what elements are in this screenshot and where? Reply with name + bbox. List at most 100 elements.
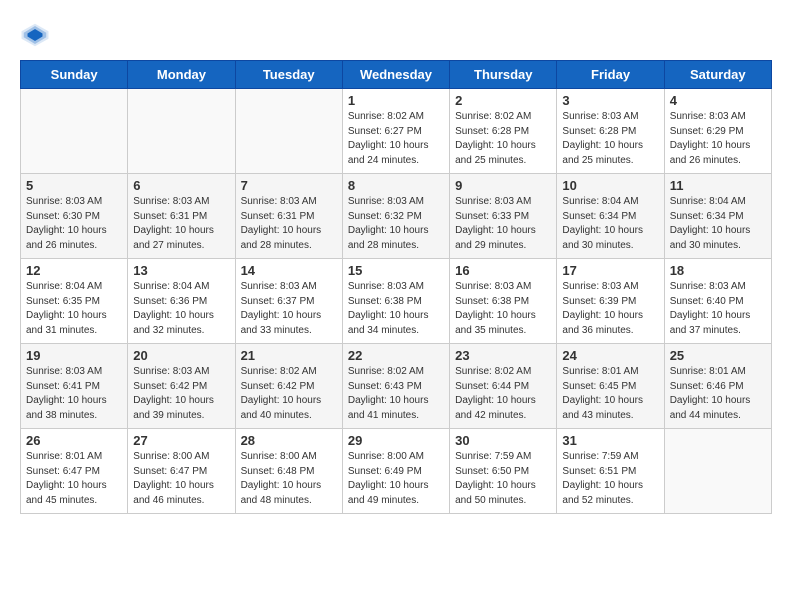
- calendar-cell: 12 Sunrise: 8:04 AM Sunset: 6:35 PM Dayli…: [21, 259, 128, 344]
- day-info: Sunrise: 8:04 AM Sunset: 6:34 PM Dayligh…: [562, 195, 658, 253]
- day-info: Sunrise: 8:03 AM Sunset: 6:32 PM Dayligh…: [348, 195, 444, 253]
- day-info: Sunrise: 8:00 AM Sunset: 6:49 PM Dayligh…: [348, 450, 444, 508]
- day-info: Sunrise: 8:02 AM Sunset: 6:43 PM Dayligh…: [348, 365, 444, 423]
- day-info: Sunrise: 8:04 AM Sunset: 6:36 PM Dayligh…: [133, 280, 229, 338]
- day-number: 26: [26, 433, 122, 448]
- calendar-cell: [128, 89, 235, 174]
- day-info: Sunrise: 8:02 AM Sunset: 6:27 PM Dayligh…: [348, 110, 444, 168]
- calendar-cell: 8 Sunrise: 8:03 AM Sunset: 6:32 PM Daylig…: [342, 174, 449, 259]
- calendar-header: SundayMondayTuesdayWednesdayThursdayFrid…: [21, 61, 772, 89]
- day-number: 25: [670, 348, 766, 363]
- day-number: 24: [562, 348, 658, 363]
- day-number: 27: [133, 433, 229, 448]
- day-info: Sunrise: 8:03 AM Sunset: 6:33 PM Dayligh…: [455, 195, 551, 253]
- calendar-cell: 16Sunrise: 8:03 AM Sunset: 6:38 PM Dayli…: [450, 259, 557, 344]
- calendar-cell: 30Sunrise: 7:59 AM Sunset: 6:50 PM Dayli…: [450, 429, 557, 514]
- calendar-week-row: 1 Sunrise: 8:02 AM Sunset: 6:27 PM Daylig…: [21, 89, 772, 174]
- day-number: 10: [562, 178, 658, 193]
- day-number: 29: [348, 433, 444, 448]
- day-number: 31: [562, 433, 658, 448]
- day-info: Sunrise: 8:03 AM Sunset: 6:28 PM Dayligh…: [562, 110, 658, 168]
- day-number: 14: [241, 263, 337, 278]
- weekday-header: Monday: [128, 61, 235, 89]
- page-header: [20, 20, 772, 50]
- day-info: Sunrise: 8:03 AM Sunset: 6:40 PM Dayligh…: [670, 280, 766, 338]
- weekday-header: Saturday: [664, 61, 771, 89]
- calendar-cell: 21 Sunrise: 8:02 AM Sunset: 6:42 PM Dayli…: [235, 344, 342, 429]
- calendar-table: SundayMondayTuesdayWednesdayThursdayFrid…: [20, 60, 772, 514]
- day-number: 18: [670, 263, 766, 278]
- day-info: Sunrise: 8:03 AM Sunset: 6:39 PM Dayligh…: [562, 280, 658, 338]
- calendar-cell: [235, 89, 342, 174]
- day-number: 6: [133, 178, 229, 193]
- calendar-cell: 24 Sunrise: 8:01 AM Sunset: 6:45 PM Dayli…: [557, 344, 664, 429]
- day-number: 17: [562, 263, 658, 278]
- day-info: Sunrise: 8:03 AM Sunset: 6:41 PM Dayligh…: [26, 365, 122, 423]
- calendar-body: 1 Sunrise: 8:02 AM Sunset: 6:27 PM Daylig…: [21, 89, 772, 514]
- day-info: Sunrise: 8:01 AM Sunset: 6:45 PM Dayligh…: [562, 365, 658, 423]
- logo: [20, 20, 56, 50]
- day-number: 2: [455, 93, 551, 108]
- calendar-week-row: 19 Sunrise: 8:03 AM Sunset: 6:41 PM Dayli…: [21, 344, 772, 429]
- day-number: 4: [670, 93, 766, 108]
- weekday-header: Friday: [557, 61, 664, 89]
- weekday-header: Thursday: [450, 61, 557, 89]
- calendar-week-row: 5Sunrise: 8:03 AM Sunset: 6:30 PM Daylig…: [21, 174, 772, 259]
- day-info: Sunrise: 8:02 AM Sunset: 6:42 PM Dayligh…: [241, 365, 337, 423]
- day-number: 9: [455, 178, 551, 193]
- calendar-cell: 26 Sunrise: 8:01 AM Sunset: 6:47 PM Dayli…: [21, 429, 128, 514]
- calendar-week-row: 12 Sunrise: 8:04 AM Sunset: 6:35 PM Dayli…: [21, 259, 772, 344]
- calendar-cell: 1 Sunrise: 8:02 AM Sunset: 6:27 PM Daylig…: [342, 89, 449, 174]
- day-info: Sunrise: 8:04 AM Sunset: 6:34 PM Dayligh…: [670, 195, 766, 253]
- day-number: 3: [562, 93, 658, 108]
- calendar-cell: 9 Sunrise: 8:03 AM Sunset: 6:33 PM Daylig…: [450, 174, 557, 259]
- calendar-cell: 29 Sunrise: 8:00 AM Sunset: 6:49 PM Dayli…: [342, 429, 449, 514]
- day-info: Sunrise: 8:04 AM Sunset: 6:35 PM Dayligh…: [26, 280, 122, 338]
- day-number: 1: [348, 93, 444, 108]
- calendar-cell: 18 Sunrise: 8:03 AM Sunset: 6:40 PM Dayli…: [664, 259, 771, 344]
- day-info: Sunrise: 8:02 AM Sunset: 6:44 PM Dayligh…: [455, 365, 551, 423]
- day-info: Sunrise: 8:02 AM Sunset: 6:28 PM Dayligh…: [455, 110, 551, 168]
- day-number: 15: [348, 263, 444, 278]
- calendar-cell: 19 Sunrise: 8:03 AM Sunset: 6:41 PM Dayli…: [21, 344, 128, 429]
- calendar-cell: 25Sunrise: 8:01 AM Sunset: 6:46 PM Dayli…: [664, 344, 771, 429]
- day-info: Sunrise: 8:00 AM Sunset: 6:48 PM Dayligh…: [241, 450, 337, 508]
- day-number: 16: [455, 263, 551, 278]
- day-info: Sunrise: 7:59 AM Sunset: 6:51 PM Dayligh…: [562, 450, 658, 508]
- calendar-cell: 15 Sunrise: 8:03 AM Sunset: 6:38 PM Dayli…: [342, 259, 449, 344]
- calendar-cell: 4 Sunrise: 8:03 AM Sunset: 6:29 PM Daylig…: [664, 89, 771, 174]
- day-number: 23: [455, 348, 551, 363]
- calendar-cell: 20Sunrise: 8:03 AM Sunset: 6:42 PM Dayli…: [128, 344, 235, 429]
- day-info: Sunrise: 8:03 AM Sunset: 6:29 PM Dayligh…: [670, 110, 766, 168]
- day-info: Sunrise: 8:03 AM Sunset: 6:31 PM Dayligh…: [133, 195, 229, 253]
- day-number: 19: [26, 348, 122, 363]
- calendar-cell: 28Sunrise: 8:00 AM Sunset: 6:48 PM Dayli…: [235, 429, 342, 514]
- weekday-row: SundayMondayTuesdayWednesdayThursdayFrid…: [21, 61, 772, 89]
- day-number: 30: [455, 433, 551, 448]
- calendar-cell: 7Sunrise: 8:03 AM Sunset: 6:31 PM Daylig…: [235, 174, 342, 259]
- calendar-cell: 5Sunrise: 8:03 AM Sunset: 6:30 PM Daylig…: [21, 174, 128, 259]
- calendar-cell: [664, 429, 771, 514]
- day-info: Sunrise: 8:03 AM Sunset: 6:37 PM Dayligh…: [241, 280, 337, 338]
- calendar-cell: 17 Sunrise: 8:03 AM Sunset: 6:39 PM Dayli…: [557, 259, 664, 344]
- weekday-header: Sunday: [21, 61, 128, 89]
- calendar-cell: [21, 89, 128, 174]
- day-info: Sunrise: 8:01 AM Sunset: 6:47 PM Dayligh…: [26, 450, 122, 508]
- day-number: 21: [241, 348, 337, 363]
- day-number: 12: [26, 263, 122, 278]
- day-info: Sunrise: 8:03 AM Sunset: 6:38 PM Dayligh…: [348, 280, 444, 338]
- calendar-cell: 11 Sunrise: 8:04 AM Sunset: 6:34 PM Dayli…: [664, 174, 771, 259]
- calendar-week-row: 26 Sunrise: 8:01 AM Sunset: 6:47 PM Dayli…: [21, 429, 772, 514]
- logo-icon: [20, 20, 50, 50]
- day-number: 8: [348, 178, 444, 193]
- calendar-cell: 22Sunrise: 8:02 AM Sunset: 6:43 PM Dayli…: [342, 344, 449, 429]
- day-info: Sunrise: 8:03 AM Sunset: 6:42 PM Dayligh…: [133, 365, 229, 423]
- calendar-cell: 23 Sunrise: 8:02 AM Sunset: 6:44 PM Dayli…: [450, 344, 557, 429]
- calendar-cell: 2 Sunrise: 8:02 AM Sunset: 6:28 PM Daylig…: [450, 89, 557, 174]
- day-number: 11: [670, 178, 766, 193]
- day-number: 13: [133, 263, 229, 278]
- day-number: 5: [26, 178, 122, 193]
- weekday-header: Tuesday: [235, 61, 342, 89]
- weekday-header: Wednesday: [342, 61, 449, 89]
- day-info: Sunrise: 8:03 AM Sunset: 6:31 PM Dayligh…: [241, 195, 337, 253]
